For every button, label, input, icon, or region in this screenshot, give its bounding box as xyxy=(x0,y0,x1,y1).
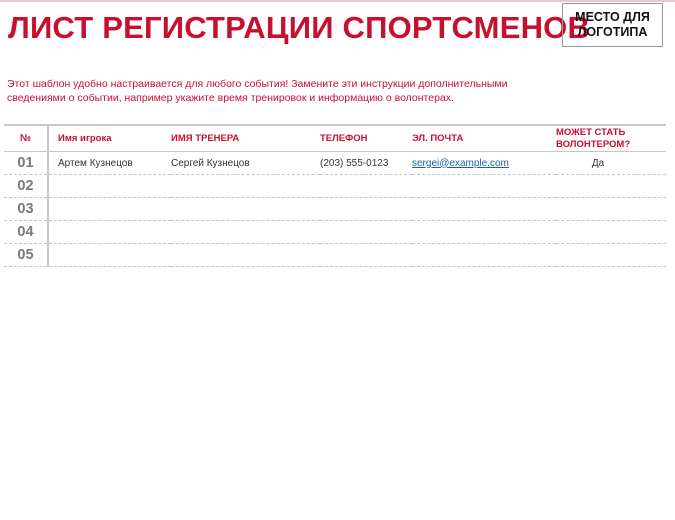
volunteer-cell[interactable]: Да xyxy=(556,151,666,175)
logo-placeholder[interactable]: МЕСТО ДЛЯ ЛОГОТИПА xyxy=(562,3,663,47)
table-row[interactable]: 03 xyxy=(4,197,666,221)
email-cell[interactable] xyxy=(412,174,556,198)
email-cell[interactable] xyxy=(412,220,556,244)
instructions-text[interactable]: Этот шаблон удобно настраивается для люб… xyxy=(7,77,567,105)
header-coach: ИМЯ ТРЕНЕРА xyxy=(171,124,320,152)
header-player: Имя игрока xyxy=(48,124,171,152)
row-number: 04 xyxy=(4,220,49,244)
header-volunteer: МОЖЕТ СТАТЬ ВОЛОНТЕРОМ? xyxy=(556,124,666,152)
coach-name-cell[interactable] xyxy=(171,197,320,221)
coach-name-cell[interactable] xyxy=(171,243,320,267)
phone-cell[interactable] xyxy=(320,174,412,198)
table-row[interactable]: 01 Артем Кузнецов Сергей Кузнецов (203) … xyxy=(4,151,666,175)
phone-cell[interactable] xyxy=(320,220,412,244)
player-name-cell[interactable] xyxy=(48,243,171,267)
top-rule xyxy=(0,0,675,2)
row-number: 01 xyxy=(4,151,49,175)
header-phone: ТЕЛЕФОН xyxy=(320,124,412,152)
phone-cell[interactable]: (203) 555-0123 xyxy=(320,151,412,175)
registration-table: № Имя игрока ИМЯ ТРЕНЕРА ТЕЛЕФОН ЭЛ. ПОЧ… xyxy=(4,124,666,267)
player-name-cell[interactable]: Артем Кузнецов xyxy=(48,151,171,175)
row-number: 03 xyxy=(4,197,49,221)
page-title: ЛИСТ РЕГИСТРАЦИИ СПОРТСМЕНОВ xyxy=(8,10,591,45)
coach-name-cell[interactable] xyxy=(171,174,320,198)
volunteer-cell[interactable] xyxy=(556,220,666,244)
volunteer-cell[interactable] xyxy=(556,197,666,221)
table-row[interactable]: 05 xyxy=(4,243,666,267)
phone-cell[interactable] xyxy=(320,197,412,221)
table-row[interactable]: 04 xyxy=(4,220,666,244)
coach-name-cell[interactable] xyxy=(171,220,320,244)
coach-name-cell[interactable]: Сергей Кузнецов xyxy=(171,151,320,175)
email-cell[interactable] xyxy=(412,243,556,267)
table-row[interactable]: 02 xyxy=(4,174,666,198)
row-number: 05 xyxy=(4,243,49,267)
row-number: 02 xyxy=(4,174,49,198)
player-name-cell[interactable] xyxy=(48,220,171,244)
logo-placeholder-label: МЕСТО ДЛЯ ЛОГОТИПА xyxy=(575,10,650,39)
player-name-cell[interactable] xyxy=(48,197,171,221)
header-num: № xyxy=(4,124,49,152)
email-link[interactable]: sergei@example.com xyxy=(412,158,509,169)
registration-sheet: ЛИСТ РЕГИСТРАЦИИ СПОРТСМЕНОВ МЕСТО ДЛЯ Л… xyxy=(0,0,675,520)
phone-cell[interactable] xyxy=(320,243,412,267)
email-cell[interactable]: sergei@example.com xyxy=(412,151,556,175)
player-name-cell[interactable] xyxy=(48,174,171,198)
volunteer-cell[interactable] xyxy=(556,243,666,267)
volunteer-cell[interactable] xyxy=(556,174,666,198)
email-cell[interactable] xyxy=(412,197,556,221)
header-email: ЭЛ. ПОЧТА xyxy=(412,124,556,152)
table-header-row: № Имя игрока ИМЯ ТРЕНЕРА ТЕЛЕФОН ЭЛ. ПОЧ… xyxy=(4,124,666,152)
